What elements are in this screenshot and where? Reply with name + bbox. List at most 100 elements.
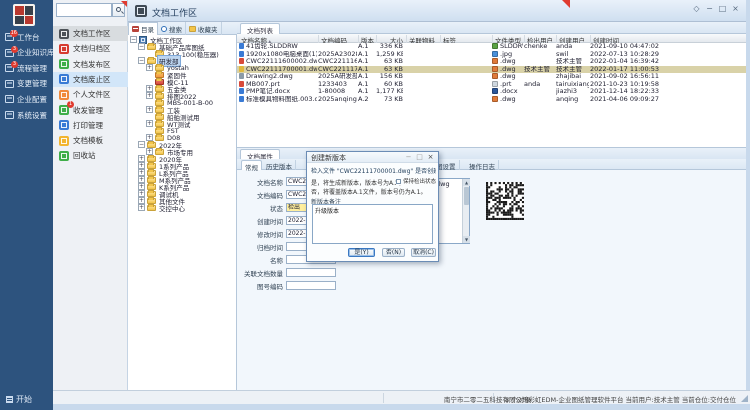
expand-icon[interactable]: + bbox=[138, 183, 145, 190]
cell-code: 2025anqing202104... bbox=[318, 96, 357, 104]
table-row[interactable]: CWC22111600002.dwgCWC22111600003A.163 KB… bbox=[237, 58, 746, 66]
table-row[interactable]: MB007.prt1233403A.160 KB.prtandatairuixi… bbox=[237, 81, 746, 89]
field-input[interactable] bbox=[286, 281, 336, 290]
remark-textarea[interactable]: 升级版本 bbox=[312, 204, 433, 244]
cancel-button[interactable]: 取消(C) bbox=[411, 248, 436, 257]
restore-icon[interactable]: □ bbox=[716, 2, 729, 15]
no-expander bbox=[146, 127, 153, 134]
column-header[interactable]: 关联物料 bbox=[406, 35, 438, 43]
module-item-label: 收发管理 bbox=[73, 105, 103, 116]
expand-icon[interactable]: + bbox=[138, 204, 145, 211]
expand-icon[interactable]: + bbox=[146, 120, 153, 127]
module-item[interactable]: 回收站 bbox=[53, 148, 128, 163]
left-nav-item[interactable]: 变更管理 bbox=[0, 77, 53, 91]
table-row[interactable]: PMP笔记.docx1-80008A.11,177 KB.docxjiazhi3… bbox=[237, 88, 746, 96]
left-nav-item[interactable]: 系统设置 bbox=[0, 108, 53, 122]
window-bottom-edge bbox=[53, 404, 750, 410]
left-nav-item[interactable]: 3流程管理 bbox=[0, 61, 53, 75]
properties-tab-5[interactable]: 操作日志 bbox=[466, 160, 499, 170]
tree-node[interactable]: 313-100(稳压器) bbox=[128, 50, 236, 57]
module-item[interactable]: 文档废止区 bbox=[53, 72, 128, 87]
no-expander bbox=[146, 71, 153, 78]
left-nav-item[interactable]: 企业配置 bbox=[0, 92, 53, 106]
column-header[interactable]: 文件类型 bbox=[492, 35, 523, 43]
expand-icon[interactable]: + bbox=[146, 92, 153, 99]
close-icon[interactable]: × bbox=[729, 2, 742, 15]
listbox-scrollbar[interactable]: ▲ ▼ bbox=[462, 179, 469, 243]
keep-checkout-checkbox[interactable] bbox=[396, 179, 401, 184]
tree-node[interactable]: MBS-001-B-00 bbox=[128, 99, 236, 106]
column-header[interactable]: 标签 bbox=[440, 35, 490, 43]
module-search-input[interactable] bbox=[56, 3, 112, 17]
tree-node[interactable]: +交控中心 bbox=[128, 204, 236, 211]
properties-tab-0[interactable]: 常规 bbox=[241, 160, 262, 170]
tree-tab-catalog[interactable]: 目录 bbox=[128, 22, 158, 35]
module-item[interactable]: 个人文件区 bbox=[53, 87, 128, 102]
badge: 16 bbox=[10, 30, 18, 37]
expand-icon[interactable]: + bbox=[138, 169, 145, 176]
minimize-icon[interactable]: − bbox=[703, 2, 716, 15]
cell-tag bbox=[440, 51, 490, 59]
collapse-icon[interactable]: − bbox=[138, 43, 145, 50]
tree-node[interactable]: +WT测试 bbox=[128, 120, 236, 127]
left-nav-item[interactable]: 16工作台 bbox=[0, 30, 53, 44]
column-header[interactable]: 创建用户 bbox=[556, 35, 589, 43]
expand-icon[interactable]: + bbox=[138, 155, 145, 162]
cell-type: SLDDRW bbox=[492, 43, 523, 51]
field-input[interactable] bbox=[286, 268, 336, 277]
column-header[interactable]: 文档名称▲ bbox=[239, 35, 317, 43]
start-button[interactable]: 开始 bbox=[0, 392, 53, 406]
collapse-icon[interactable]: − bbox=[138, 141, 145, 148]
expand-icon[interactable]: + bbox=[138, 162, 145, 169]
yes-button[interactable]: 是(Y) bbox=[348, 248, 375, 257]
expand-icon[interactable]: + bbox=[138, 176, 145, 183]
module-item[interactable]: 文档工作区 bbox=[53, 26, 128, 41]
properties-tab-1[interactable]: 历史版本 bbox=[263, 160, 296, 170]
tree-node[interactable]: FST bbox=[128, 127, 236, 134]
pin-icon[interactable]: ◇ bbox=[690, 2, 703, 15]
table-row[interactable]: 41齿轮.SLDDRWA.1336 KBSLDDRWchenkeanda2021… bbox=[237, 43, 746, 51]
table-row[interactable]: 1920x1080电脑桌面(1)(1).jpg2025A23028A.11,25… bbox=[237, 51, 746, 59]
expand-icon[interactable]: + bbox=[138, 197, 145, 204]
resize-grip[interactable] bbox=[741, 395, 748, 402]
tree-tab-search[interactable]: 搜索 bbox=[158, 22, 186, 35]
file-list-tab[interactable]: 文档列表 bbox=[240, 23, 280, 34]
left-nav-item[interactable]: 3企业知识库 bbox=[0, 46, 53, 60]
module-item[interactable]: 打印管理 bbox=[53, 118, 128, 133]
table-row[interactable]: CWC22111700001.dwgCWC22111700001A.163 KB… bbox=[237, 66, 746, 74]
status-divider bbox=[383, 393, 384, 403]
tree-node[interactable]: +K系列产品 bbox=[128, 183, 236, 190]
scroll-down-icon[interactable]: ▼ bbox=[463, 236, 470, 243]
scroll-thumb[interactable] bbox=[464, 187, 469, 205]
expand-icon[interactable]: + bbox=[138, 190, 145, 197]
cell-type: .prt bbox=[492, 81, 523, 89]
tree-tab-favorites[interactable]: 收藏夹 bbox=[186, 22, 222, 35]
expand-icon[interactable]: + bbox=[146, 106, 153, 113]
close-icon[interactable]: × bbox=[425, 153, 436, 162]
module-item[interactable]: 文档归档区 bbox=[53, 41, 128, 56]
table-row[interactable]: 标准模具物料图纸.003.dwg2025anqing202104...A.273… bbox=[237, 96, 746, 104]
cell-code: 1233403 bbox=[318, 81, 357, 89]
expand-icon[interactable]: + bbox=[146, 64, 153, 71]
cell-code: 2025A23028 bbox=[318, 51, 357, 59]
module-item[interactable]: 1收发管理 bbox=[53, 103, 128, 118]
column-header[interactable]: 文档编码 bbox=[318, 35, 357, 43]
column-header[interactable]: 版本 bbox=[358, 35, 375, 43]
badge: 3 bbox=[11, 46, 18, 53]
expand-icon[interactable]: + bbox=[146, 85, 153, 92]
folder-icon bbox=[147, 44, 156, 50]
module-item[interactable]: 文档模板 bbox=[53, 133, 128, 148]
maximize-icon[interactable]: □ bbox=[414, 153, 425, 162]
column-header[interactable]: 大小 bbox=[376, 35, 403, 43]
minimize-icon[interactable]: − bbox=[403, 153, 414, 162]
scroll-up-icon[interactable]: ▲ bbox=[463, 179, 470, 186]
module-icon bbox=[59, 74, 69, 84]
column-header[interactable]: 检出用户 bbox=[524, 35, 555, 43]
collapse-icon[interactable]: − bbox=[130, 36, 137, 43]
dialog-buttons: 是(Y) 否(N) 取消(C) bbox=[307, 248, 438, 258]
table-row[interactable]: Drawing2.dwg2025A研发部00007A.1156 KB.dwgzh… bbox=[237, 73, 746, 81]
column-header[interactable]: 创建时间 bbox=[590, 35, 685, 43]
no-button[interactable]: 否(N) bbox=[382, 248, 405, 257]
module-item[interactable]: 文档发布区 bbox=[53, 57, 128, 72]
collapse-icon[interactable]: − bbox=[138, 57, 145, 64]
